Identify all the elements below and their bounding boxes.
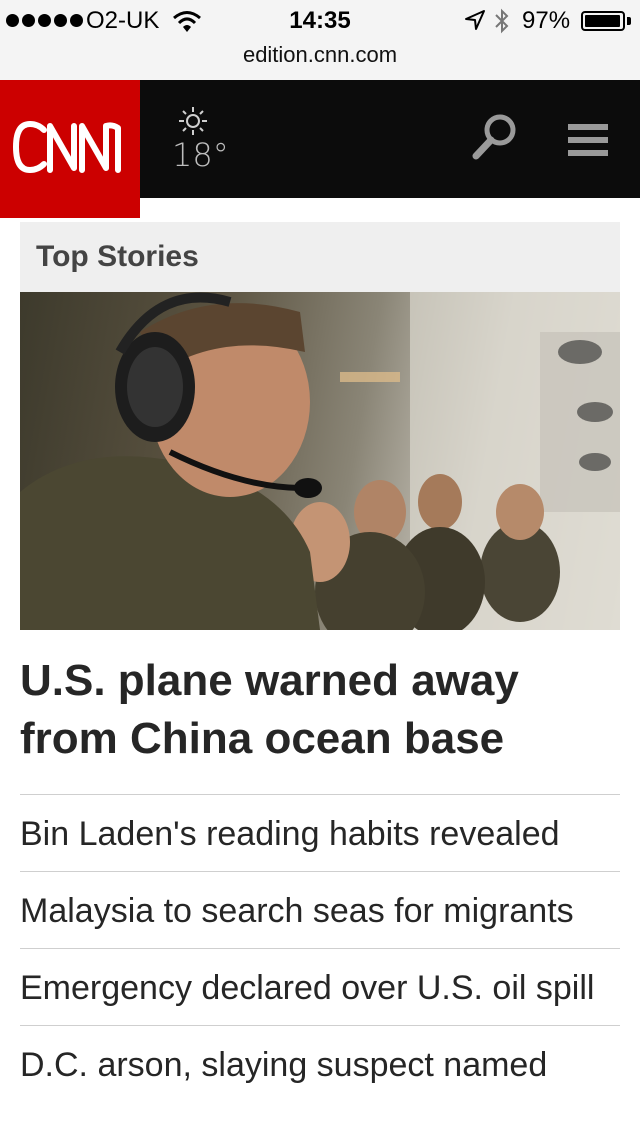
section-header: Top Stories	[20, 222, 620, 292]
battery-icon	[581, 11, 625, 31]
section-title: Top Stories	[36, 240, 199, 273]
search-icon[interactable]	[470, 112, 520, 162]
bluetooth-icon	[495, 8, 509, 34]
temperature: 18°	[172, 136, 229, 174]
status-bar: O2-UK 14:35 97% edition.cnn.com	[0, 0, 640, 81]
location-arrow-icon	[465, 10, 485, 30]
hamburger-menu-icon[interactable]	[568, 124, 612, 156]
battery-tip	[627, 17, 631, 25]
story-link[interactable]: D.C. arson, slaying suspect named	[20, 1025, 620, 1102]
cnn-logo-icon	[13, 121, 121, 173]
hero-photo-illustration	[20, 292, 620, 630]
story-link[interactable]: Bin Laden's reading habits revealed	[20, 794, 620, 871]
cnn-logo[interactable]	[0, 80, 140, 218]
battery-percent: 97%	[522, 7, 571, 34]
story-list: Bin Laden's reading habits revealed Mala…	[20, 794, 620, 1102]
hero-image[interactable]	[20, 292, 620, 630]
story-link[interactable]: Malaysia to search seas for migrants	[20, 871, 620, 948]
battery-level-fill	[585, 15, 620, 27]
story-link[interactable]: Emergency declared over U.S. oil spill	[20, 948, 620, 1025]
sun-icon	[179, 107, 207, 135]
address-bar-url[interactable]: edition.cnn.com	[0, 42, 640, 68]
hero-headline[interactable]: U.S. plane warned away from China ocean …	[20, 652, 620, 768]
